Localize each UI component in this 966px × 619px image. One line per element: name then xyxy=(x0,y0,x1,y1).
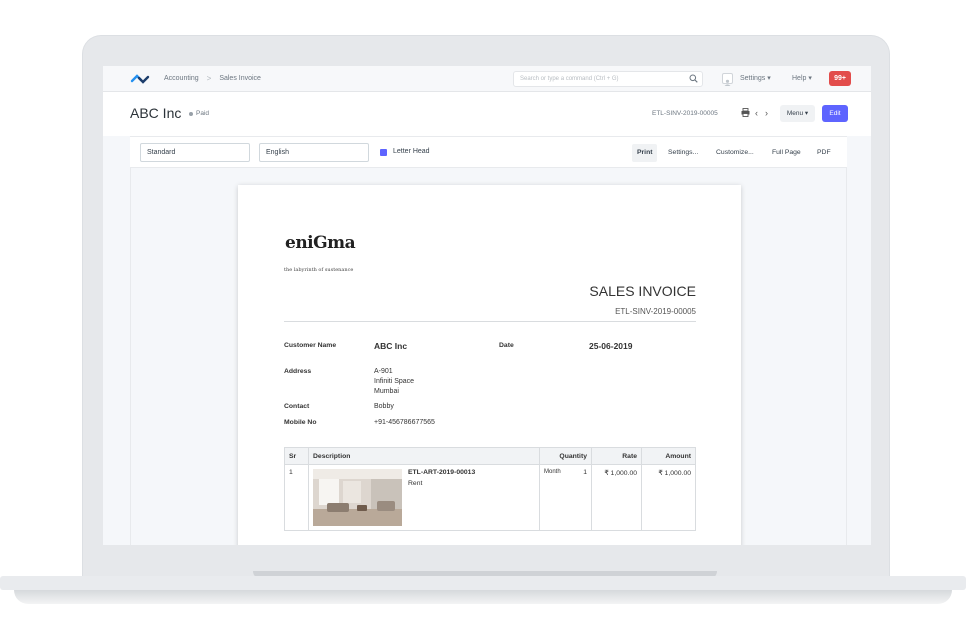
item-name: Rent xyxy=(408,480,423,487)
laptop-base-edge xyxy=(14,590,952,604)
item-amount: ₹ 1,000.00 xyxy=(641,464,696,531)
letter-head-label: Letter Head xyxy=(393,148,430,155)
settings-button[interactable]: Settings... xyxy=(663,144,703,162)
previous-doc-icon[interactable]: ‹ xyxy=(755,108,758,118)
customer-value: ABC Inc xyxy=(374,341,408,351)
customer-label: Customer Name xyxy=(284,342,337,349)
status-dot-icon xyxy=(189,111,193,116)
table-header-row: Sr Description Quantity Rate Amount xyxy=(284,447,696,465)
company-logo: eniGma xyxy=(285,233,356,253)
status-label: Paid xyxy=(196,110,210,117)
search-icon xyxy=(689,74,698,85)
table-row: 1 ETL-ART-2019-00013 Rent Month 1 ₹ 1,00… xyxy=(284,464,696,531)
address-line-1: A-901 xyxy=(374,368,393,375)
app-logo-icon[interactable] xyxy=(130,72,150,86)
address-line-2: Infiniti Space xyxy=(374,378,415,385)
edit-button[interactable]: Edit xyxy=(822,105,848,122)
search-placeholder: Search or type a command (Ctrl + G) xyxy=(520,76,619,82)
divider xyxy=(284,321,696,322)
print-icon[interactable] xyxy=(741,108,750,119)
mobile-label: Mobile No xyxy=(284,419,317,426)
laptop-base xyxy=(0,576,966,590)
document-name: ETL-SINV-2019-00005 xyxy=(652,110,718,117)
mobile-value: +91-456786677565 xyxy=(374,419,435,426)
print-format-select[interactable]: Standard xyxy=(140,143,250,162)
item-uom: Month xyxy=(544,469,561,475)
breadcrumb-accounting[interactable]: Accounting xyxy=(164,75,199,82)
breadcrumb-sales-invoice[interactable]: Sales Invoice xyxy=(219,75,261,82)
address-line-3: Mumbai xyxy=(374,388,399,395)
next-doc-icon[interactable]: › xyxy=(765,108,768,118)
item-code: ETL-ART-2019-00013 xyxy=(408,469,476,476)
contact-value: Bobby xyxy=(374,403,394,410)
date-value: 25-06-2019 xyxy=(589,341,633,351)
header-amount: Amount xyxy=(641,447,696,465)
address-label: Address xyxy=(284,368,312,375)
full-page-button[interactable]: Full Page xyxy=(767,144,806,162)
item-sr: 1 xyxy=(284,464,309,531)
items-table: Sr Description Quantity Rate Amount 1 ET… xyxy=(284,447,696,531)
user-avatar[interactable] xyxy=(722,73,733,86)
company-tagline: the labyrinth of sustenance xyxy=(284,267,354,273)
header-sr: Sr xyxy=(284,447,309,465)
menu-button[interactable]: Menu ▾ xyxy=(780,105,815,122)
item-description-cell: ETL-ART-2019-00013 Rent xyxy=(308,464,540,531)
page-title: ABC Inc xyxy=(130,105,182,121)
item-image xyxy=(313,469,402,526)
page-header: ABC Inc Paid ETL-SINV-2019-00005 ‹ › Men… xyxy=(103,92,871,136)
help-dropdown[interactable]: Help ▾ xyxy=(792,74,812,82)
pdf-button[interactable]: PDF xyxy=(812,144,836,162)
breadcrumb-chevron-icon: > xyxy=(206,74,212,83)
header-rate: Rate xyxy=(591,447,642,465)
print-preview: eniGma the labyrinth of sustenance SALES… xyxy=(130,168,847,545)
header-quantity: Quantity xyxy=(539,447,592,465)
top-navbar: Accounting > Sales Invoice Search or typ… xyxy=(103,66,871,92)
settings-dropdown[interactable]: Settings ▾ xyxy=(740,74,771,82)
date-label: Date xyxy=(499,342,514,349)
invoice-heading: SALES INVOICE xyxy=(589,283,696,299)
invoice-sheet: eniGma the labyrinth of sustenance SALES… xyxy=(238,185,741,545)
item-rate: ₹ 1,000.00 xyxy=(591,464,642,531)
search-input[interactable]: Search or type a command (Ctrl + G) xyxy=(513,71,703,87)
header-description: Description xyxy=(308,447,540,465)
notifications-badge[interactable]: 99+ xyxy=(829,71,851,86)
item-qty: 1 xyxy=(583,469,587,476)
customize-button[interactable]: Customize... xyxy=(711,144,759,162)
status-indicator: Paid xyxy=(189,110,209,117)
item-quantity-cell: Month 1 xyxy=(539,464,592,531)
print-toolbar: Standard English Letter Head Print Setti… xyxy=(130,136,847,168)
language-select[interactable]: English xyxy=(259,143,369,162)
print-button[interactable]: Print xyxy=(632,144,658,162)
invoice-number: ETL-SINV-2019-00005 xyxy=(615,307,696,316)
app-screen: Accounting > Sales Invoice Search or typ… xyxy=(103,66,871,545)
letter-head-checkbox[interactable] xyxy=(380,149,387,161)
contact-label: Contact xyxy=(284,403,310,410)
